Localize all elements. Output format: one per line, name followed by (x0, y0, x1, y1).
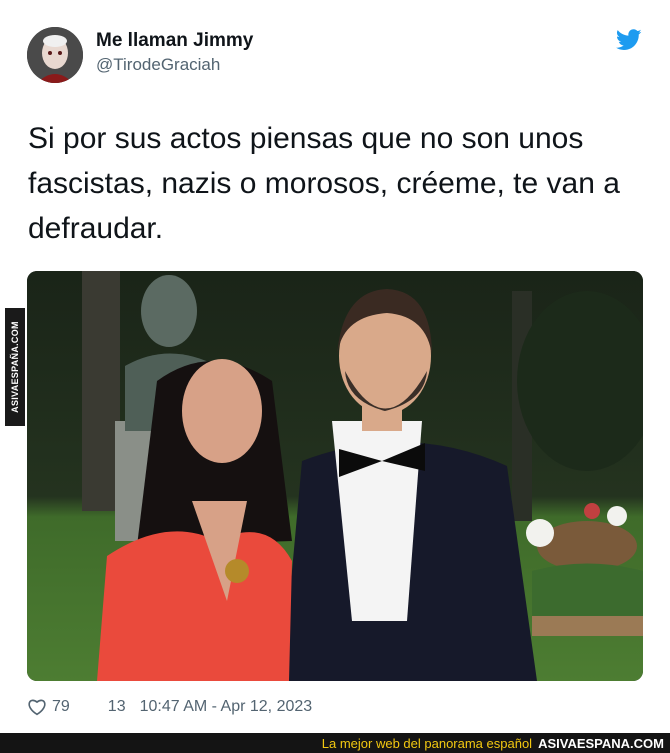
like-count[interactable]: 79 (52, 698, 70, 716)
tweet-text: Si por sus actos piensas que no son unos… (28, 122, 620, 245)
reply-count[interactable]: 13 (108, 698, 126, 716)
side-watermark-label: ASIVAESPAÑA.COM (10, 321, 20, 413)
tweet-footer: 79 13 10:47 AM - Apr 12, 2023 (27, 696, 312, 718)
bottom-watermark-bar: La mejor web del panorama español ASIVAE… (0, 733, 670, 753)
watermark-brand: ASIVAESPANA.COM (538, 735, 664, 751)
twitter-bird-icon[interactable] (616, 29, 642, 51)
timestamp[interactable]: 10:47 AM - Apr 12, 2023 (140, 698, 313, 716)
tweet-photo[interactable] (27, 271, 643, 681)
watermark-tagline: La mejor web del panorama español (321, 735, 533, 751)
avatar[interactable] (27, 27, 83, 83)
heart-icon[interactable] (27, 698, 47, 716)
user-handle[interactable]: @TirodeGraciah (96, 55, 220, 75)
display-name[interactable]: Me llaman Jimmy (96, 30, 253, 52)
side-watermark: ASIVAESPAÑA.COM (5, 308, 25, 426)
